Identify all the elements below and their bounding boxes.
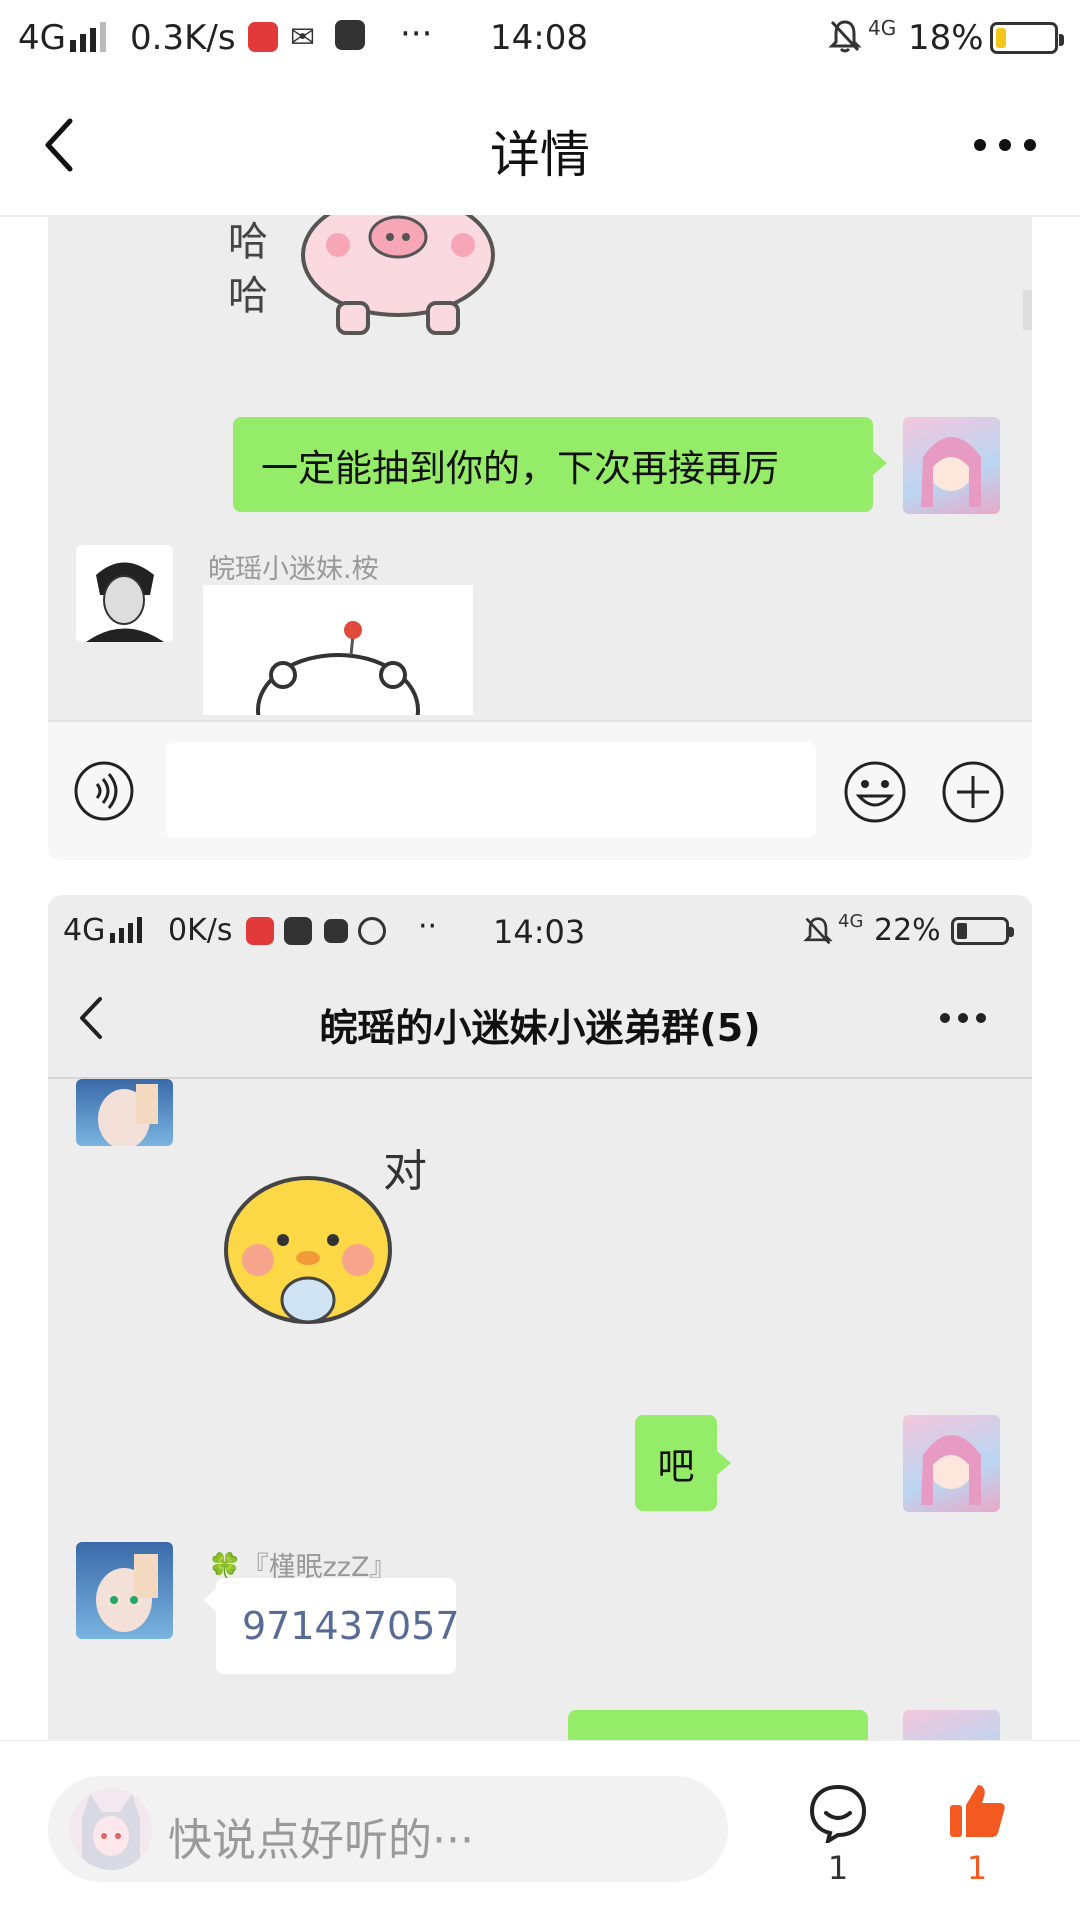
scrollbar[interactable] [1023,290,1032,330]
plus-icon[interactable] [941,760,1005,824]
wechat-icon: ✉ [290,20,316,55]
my-avatar[interactable] [903,1415,1000,1512]
message-text: 吧 [657,1445,695,1488]
bear-sticker[interactable] [203,585,473,715]
more-icon[interactable] [938,1010,988,1026]
chat-screenshot-1: 哈哈 一定能抽到你的，下次再接再厉 皖瑶小迷妹.桉 [48,215,1032,860]
bubble-tail [203,1588,217,1612]
battery-icon [951,917,1014,945]
embedded-status-bar: 4G 0K/s ·· 14:03 4G 22% [48,895,1032,965]
signal-icon [110,917,146,943]
page-title: 详情 [490,126,590,184]
voice-icon[interactable] [73,760,135,822]
app-notification-icon [248,22,278,52]
emoji-icon[interactable] [843,760,907,824]
sender-name: 皖瑶小迷妹.桉 [208,554,379,585]
more-notifications-icon: ··· [400,14,433,54]
network-speed: 0K/s [168,913,233,948]
network-type: 4G [18,18,66,58]
bubble-tail [873,451,887,475]
mute-bell-icon [828,18,862,54]
bubble-tail [717,1451,731,1475]
comment-count: 1 [827,1849,849,1887]
signal-icon [70,22,110,52]
chat-input-bar [48,720,1032,860]
message-text[interactable]: 971437057 [242,1604,460,1648]
network-speed: 0.3K/s [130,18,236,58]
clock: 14:08 [490,18,588,58]
comment-input[interactable]: 快说点好听的··· [48,1776,728,1882]
my-avatar[interactable] [903,417,1000,514]
app-notification-icon [246,917,274,945]
message-input[interactable] [166,742,816,838]
app-notification-icon [335,20,365,50]
more-notifications-icon: ·· [418,909,438,944]
network-type: 4G [63,913,106,948]
battery-icon [990,22,1064,54]
thumbs-up-icon[interactable] [948,1781,1006,1839]
user-avatar[interactable] [70,1788,152,1870]
mute-bell-icon [803,915,833,947]
my-avatar[interactable] [903,1710,1000,1740]
group-title: 皖瑶的小迷妹小迷弟群(5) [319,1006,761,1050]
network-type-small: 4G [838,911,864,932]
chat-screenshot-2: 4G 0K/s ·· 14:03 4G 22% 皖瑶的小迷妹小迷弟群(5) 对 … [48,895,1032,1740]
status-bar: 4G 0.3K/s ✉ ··· 14:08 4G 18% [0,0,1080,75]
sender-avatar[interactable] [76,545,173,642]
sticker-text: 对 [383,1146,427,1197]
received-message-bubble[interactable]: 971437057 [216,1578,460,1674]
sender-avatar[interactable] [76,1542,173,1639]
my-message-bubble[interactable]: 吧 [635,1415,717,1511]
comment-icon[interactable] [808,1783,868,1846]
chat-header: 皖瑶的小迷妹小迷弟群(5) [48,965,1032,1079]
sticker-text: 哈哈 [228,219,268,319]
battery-percent: 22% [874,913,941,948]
more-icon[interactable] [970,135,1040,155]
app-notification-icon [284,917,312,945]
my-message-bubble[interactable] [568,1710,868,1740]
duck-sticker[interactable] [208,1140,468,1330]
clock: 14:03 [493,913,586,951]
comment-placeholder: 快说点好听的··· [168,1815,474,1866]
nav-bar: 详情 [0,75,1080,217]
like-count: 1 [966,1849,988,1887]
my-message-bubble[interactable]: 一定能抽到你的，下次再接再厉 [233,417,873,512]
network-type-small: 4G [868,16,897,40]
play-icon [358,917,386,945]
battery-percent: 18% [908,18,984,58]
comment-bar: 快说点好听的··· 1 1 [0,1740,1080,1921]
app-notification-icon [324,919,348,943]
sender-avatar[interactable] [76,1079,173,1146]
message-text: 一定能抽到你的，下次再接再厉 [261,446,779,490]
